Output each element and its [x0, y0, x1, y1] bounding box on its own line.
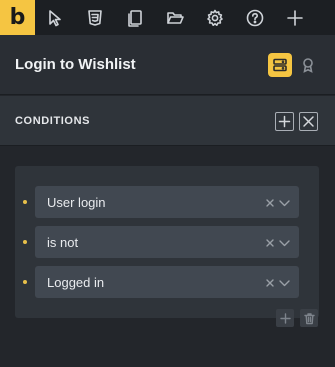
top-toolbar: b: [0, 0, 335, 35]
bullet-dot: [23, 240, 27, 244]
award-button[interactable]: [297, 54, 319, 76]
add-condition-button[interactable]: [275, 112, 294, 131]
award-icon: [303, 58, 313, 73]
select-value: is not: [47, 235, 79, 250]
condition-row: User login: [15, 186, 319, 218]
add-condition-row-button[interactable]: [276, 309, 294, 327]
builder-logo[interactable]: b: [0, 0, 35, 35]
settings-button[interactable]: [195, 0, 235, 35]
select-element-button[interactable]: [35, 0, 75, 35]
add-element-button[interactable]: [275, 0, 315, 35]
clear-icon[interactable]: [264, 236, 276, 248]
server-icon: [273, 58, 287, 72]
help-button[interactable]: [235, 0, 275, 35]
condition-row: is not: [15, 226, 319, 258]
page-title: Login to Wishlist: [15, 56, 136, 73]
gear-icon: [207, 9, 223, 26]
close-icon: [303, 116, 314, 127]
bullet-dot: [23, 200, 27, 204]
cursor-icon: [49, 9, 61, 26]
condition-compare-select[interactable]: is not: [35, 226, 299, 258]
folder-open-icon: [167, 11, 184, 24]
select-value: User login: [47, 195, 106, 210]
clear-icon[interactable]: [264, 196, 276, 208]
chevron-down-icon[interactable]: [278, 276, 291, 288]
plus-icon: [279, 312, 291, 324]
toggle-mode-button[interactable]: [268, 53, 292, 77]
plus-icon: [278, 115, 291, 128]
bullet-dot: [23, 280, 27, 284]
pages-button[interactable]: [115, 0, 155, 35]
chevron-down-icon[interactable]: [278, 236, 291, 248]
conditions-title: CONDITIONS: [15, 115, 91, 127]
plus-icon: [287, 9, 303, 26]
delete-group-button[interactable]: [300, 309, 318, 327]
help-icon: [246, 9, 264, 26]
remove-conditions-button[interactable]: [299, 112, 318, 131]
clear-icon[interactable]: [264, 276, 276, 288]
css3-icon: [88, 9, 102, 26]
templates-button[interactable]: [155, 0, 195, 35]
chevron-down-icon[interactable]: [278, 196, 291, 208]
condition-row: Logged in: [15, 266, 319, 298]
conditions-section-header: CONDITIONS: [0, 96, 335, 146]
condition-key-select[interactable]: User login: [35, 186, 299, 218]
condition-group: User login is not Logged in: [15, 166, 319, 318]
copy-icon: [128, 9, 142, 27]
css-button[interactable]: [75, 0, 115, 35]
panel-header: Login to Wishlist: [0, 35, 335, 95]
trash-icon: [303, 312, 315, 324]
select-value: Logged in: [47, 275, 105, 290]
condition-value-select[interactable]: Logged in: [35, 266, 299, 298]
